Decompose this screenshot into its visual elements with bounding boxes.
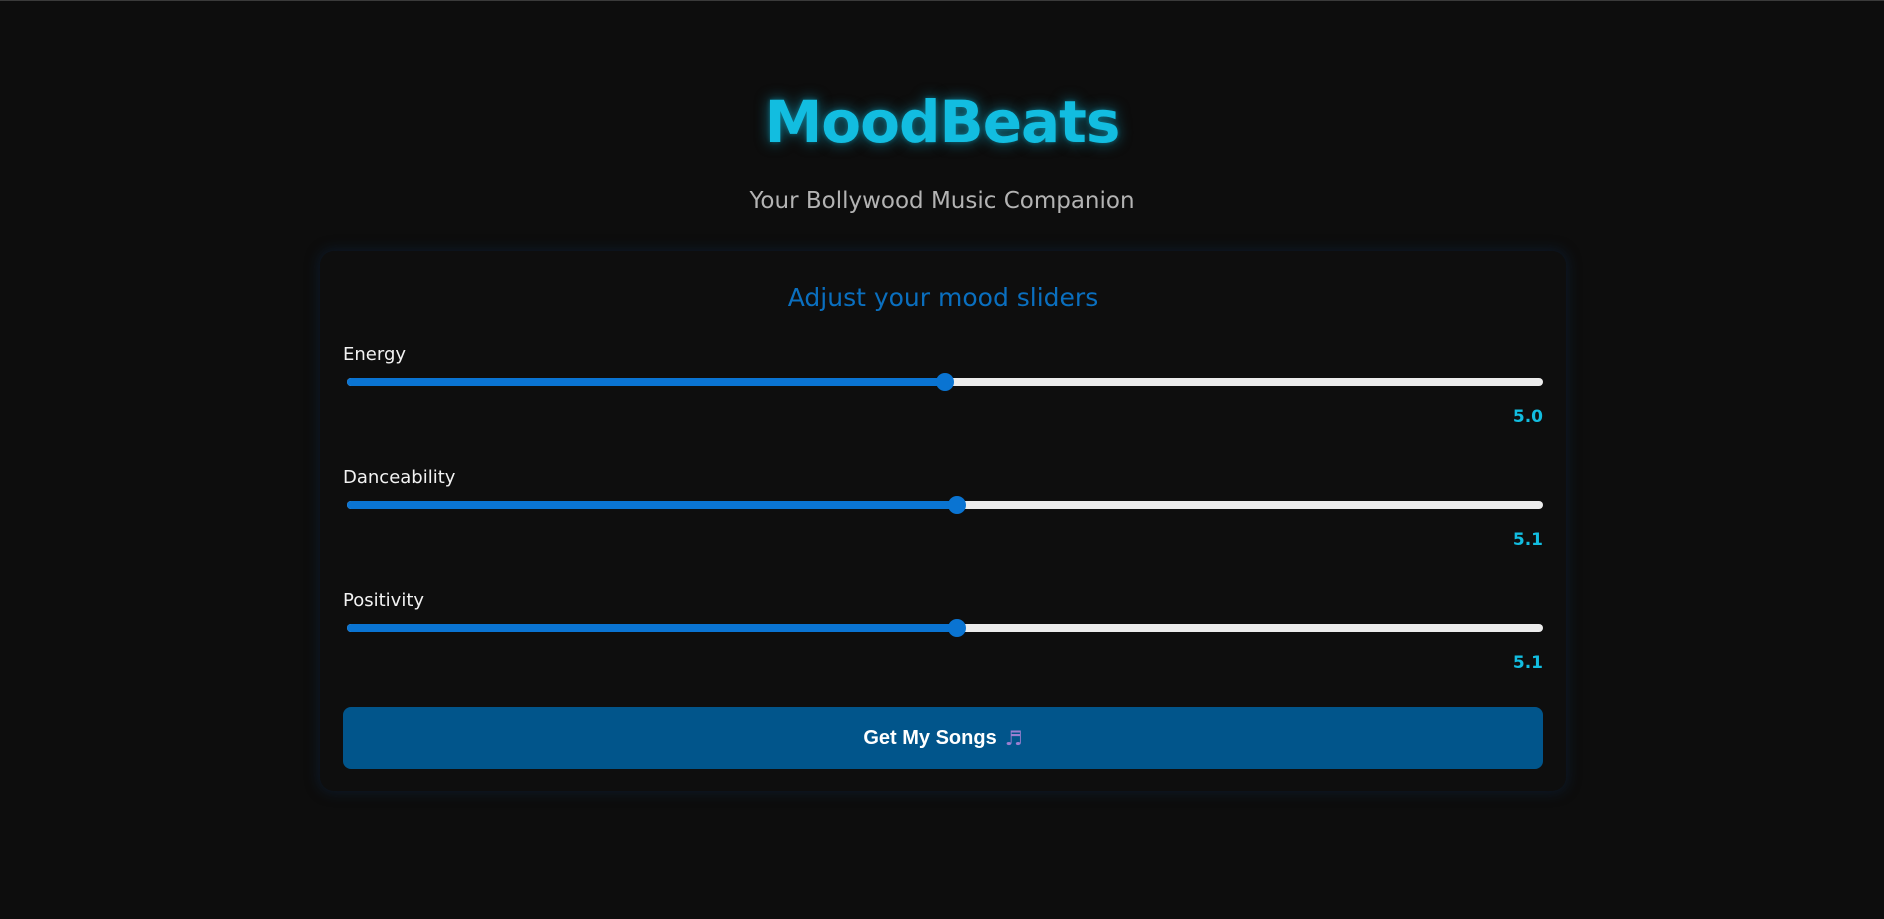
get-my-songs-label: Get My Songs <box>863 726 997 749</box>
positivity-slider-fill <box>347 624 957 632</box>
danceability-slider-thumb[interactable] <box>948 496 966 514</box>
mood-card: Adjust your mood sliders Energy 5.0 Danc… <box>320 251 1566 791</box>
app-subtitle: Your Bollywood Music Companion <box>749 188 1135 214</box>
energy-slider-thumb[interactable] <box>936 373 954 391</box>
energy-slider-fill <box>347 378 945 386</box>
energy-value: 5.0 <box>1512 407 1543 427</box>
positivity-label: Positivity <box>343 590 425 611</box>
danceability-value: 5.1 <box>1512 530 1543 550</box>
window-top-edge <box>0 0 1884 1</box>
positivity-slider-thumb[interactable] <box>948 619 966 637</box>
positivity-slider-group: Positivity 5.1 <box>343 589 1543 689</box>
danceability-slider[interactable] <box>347 496 1543 514</box>
danceability-slider-fill <box>347 501 957 509</box>
music-note-icon: ♬ <box>1004 726 1023 750</box>
energy-slider-group: Energy 5.0 <box>343 343 1543 443</box>
positivity-slider[interactable] <box>347 619 1543 637</box>
get-my-songs-button[interactable]: Get My Songs ♬ <box>343 707 1543 769</box>
app-title: MoodBeats <box>764 88 1121 156</box>
energy-label: Energy <box>343 344 407 365</box>
energy-slider[interactable] <box>347 373 1543 391</box>
card-heading: Adjust your mood sliders <box>787 283 1099 312</box>
positivity-value: 5.1 <box>1512 653 1543 673</box>
danceability-slider-group: Danceability 5.1 <box>343 466 1543 566</box>
danceability-label: Danceability <box>343 467 456 488</box>
